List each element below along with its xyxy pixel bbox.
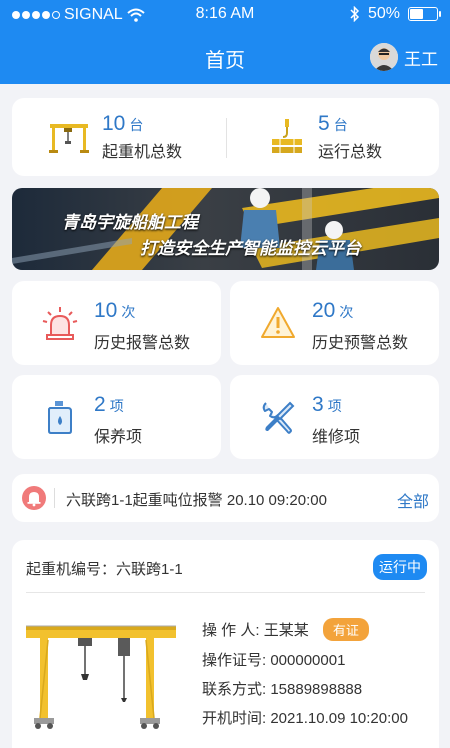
operator-name: 王某某 (263, 622, 309, 639)
warning-history-label: 历史预警总数 (312, 335, 409, 352)
alert-message[interactable]: 六联跨1-1起重吨位报警 20.10 09:20:00 (66, 489, 327, 510)
contact-label: 联系方式: (202, 681, 267, 698)
crane-total[interactable]: 10 台 起重机总数 (48, 112, 182, 162)
warning-history-value: 20 (312, 299, 336, 322)
battery-icon (408, 7, 441, 21)
cert-number-label: 操作证号: (202, 652, 267, 669)
maintenance-unit: 项 (109, 398, 124, 414)
bluetooth-icon (350, 6, 360, 22)
gantry-crane-icon (49, 124, 89, 153)
running-total-label: 运行总数 (318, 144, 383, 161)
username: 王工 (404, 49, 438, 69)
alarm-history-label: 历史报警总数 (94, 335, 191, 352)
maintenance-label: 保养项 (94, 429, 143, 446)
contact-value[interactable]: 15889898888 (270, 681, 362, 698)
tools-icon (262, 401, 295, 434)
banner-line1: 青岛宇旋船舶工程 (62, 213, 198, 232)
alarm-history-tile[interactable]: 10 次 历史报警总数 (12, 281, 221, 365)
view-all-link[interactable]: 全部 (397, 488, 429, 512)
crane-hook-icon (272, 119, 302, 153)
banner-line2: 打造安全生产智能监控云平台 (140, 239, 361, 258)
running-total[interactable]: 5台 运行总数 (270, 112, 382, 162)
repair-unit: 项 (327, 398, 342, 414)
repair-value: 3 (312, 393, 324, 416)
maintenance-tile[interactable]: 2项 保养项 (12, 375, 221, 459)
alert-bar[interactable]: 六联跨1-1起重吨位报警 20.10 09:20:00 全部 (12, 474, 439, 522)
top-bar: SIGNAL 8:16 AM 50% 首页 王工 (0, 0, 450, 84)
operator-row: 操 作 人: 王某某 有证 (202, 618, 369, 641)
repair-label: 维修项 (312, 429, 361, 446)
warning-history-unit: 次 (339, 304, 354, 320)
alert-separator (54, 488, 55, 508)
alarm-history-unit: 次 (121, 304, 136, 320)
crane-total-unit: 台 (129, 117, 144, 133)
gantry-crane-image (26, 625, 176, 729)
running-total-value: 5 (318, 112, 330, 135)
crane-detail-card[interactable]: 起重机编号：六联跨1-1 运行中 操 作 人: 王某某 有证 操作证号: 000… (12, 540, 439, 748)
crane-id-row: 起重机编号：六联跨1-1 (26, 558, 183, 579)
crane-id-value: 六联跨1-1 (116, 561, 183, 578)
crane-count-card: 10 台 起重机总数 5台 运行总数 (12, 98, 439, 176)
crane-id-label: 起重机编号： (26, 561, 117, 578)
status-badge: 运行中 (373, 554, 427, 580)
avatar[interactable] (370, 43, 398, 71)
battery-percent: 50% (367, 5, 400, 22)
alarm-history-value: 10 (94, 299, 118, 322)
start-time-row: 开机时间: 2021.10.09 10:20:00 (202, 707, 408, 728)
start-time-value: 2021.10.09 10:20:00 (270, 710, 408, 727)
repair-tile[interactable]: 3项 维修项 (230, 375, 439, 459)
cert-number-row: 操作证号: 000000001 (202, 649, 345, 670)
promo-banner[interactable]: 青岛宇旋船舶工程 打造安全生产智能监控云平台 (12, 188, 439, 270)
user-profile[interactable]: 王工 (370, 43, 438, 71)
crane-total-value: 10 (102, 112, 126, 135)
warning-history-tile[interactable]: 20 次 历史预警总数 (230, 281, 439, 365)
bell-icon (22, 486, 46, 510)
start-time-label: 开机时间: (202, 710, 267, 727)
running-total-unit: 台 (333, 117, 348, 133)
status-bar: SIGNAL 8:16 AM 50% (0, 0, 450, 30)
warning-triangle-icon (261, 307, 295, 338)
contact-row: 联系方式: 15889898888 (202, 678, 362, 699)
maintenance-value: 2 (94, 393, 106, 416)
operator-label: 操 作 人: (202, 622, 260, 639)
oil-can-icon (48, 401, 72, 434)
crane-total-label: 起重机总数 (102, 144, 183, 161)
cert-badge: 有证 (322, 618, 369, 641)
alarm-siren-icon (42, 307, 78, 340)
divider (226, 118, 227, 158)
cert-number-value: 000000001 (270, 652, 346, 669)
divider (26, 592, 425, 593)
